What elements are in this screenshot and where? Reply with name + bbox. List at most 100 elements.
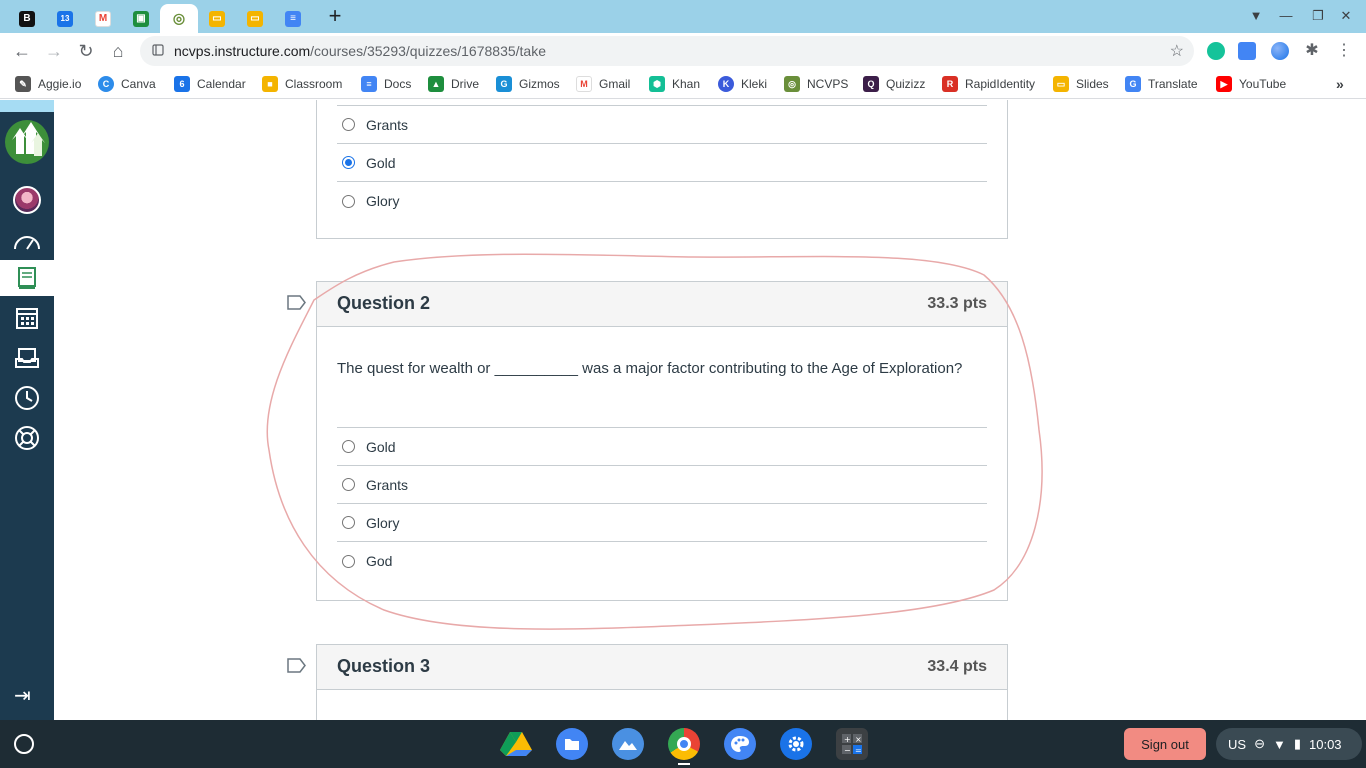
tab-gmail[interactable]: M: [84, 4, 122, 33]
inbox-icon: [15, 348, 39, 368]
back-arrow-icon[interactable]: ←: [10, 39, 34, 63]
drive-app-icon[interactable]: [500, 728, 532, 760]
school-logo-icon[interactable]: [4, 118, 50, 166]
close-icon[interactable]: ✕: [1336, 7, 1356, 25]
sidebar-item-dashboard[interactable]: [0, 224, 54, 260]
sidebar-item-courses[interactable]: [0, 260, 54, 296]
tab-classroom[interactable]: ▣: [122, 4, 160, 33]
answer-option[interactable]: Grants: [337, 466, 987, 504]
extensions-puzzle-icon[interactable]: ✱: [1300, 39, 1324, 63]
question-title: Question 2: [337, 293, 431, 313]
radio-button[interactable]: [342, 478, 355, 491]
dashboard-icon: [14, 236, 40, 250]
bookmark-canva[interactable]: C Canva: [98, 76, 156, 92]
quizizz-icon: Q: [863, 76, 879, 92]
account-avatar[interactable]: [13, 186, 41, 214]
new-tab-icon[interactable]: +: [325, 5, 345, 27]
home-icon[interactable]: ⌂: [106, 39, 130, 63]
sidebar-item-help[interactable]: [0, 420, 54, 456]
radio-button[interactable]: [342, 516, 355, 529]
extension-orb-icon[interactable]: [1271, 42, 1289, 60]
ncvps-icon: ◎: [171, 10, 187, 27]
do-not-disturb-icon: ⊖: [1254, 736, 1265, 751]
status-tray[interactable]: US ⊖ ▼ ▮ 10:03: [1216, 728, 1362, 760]
bookmark-quizizz[interactable]: Q Quizizz: [863, 76, 925, 92]
bookmark-rapididentity[interactable]: R RapidIdentity: [942, 76, 1035, 92]
settings-gear-icon[interactable]: [780, 728, 812, 760]
slides-icon: ▭: [247, 10, 263, 27]
grammarly-icon[interactable]: [1207, 42, 1225, 60]
answer-option[interactable]: Grants: [337, 106, 987, 144]
radio-button[interactable]: [342, 440, 355, 453]
bookmark-docs[interactable]: ≡ Docs: [361, 76, 411, 92]
bookmarks-bar: ✎ Aggie.io C Canva 6 Calendar ■ Classroom ≡ D…: [0, 69, 1366, 99]
palette-app-icon[interactable]: [724, 728, 756, 760]
khan-icon: ⬢: [649, 76, 665, 92]
sidebar-item-calendar[interactable]: [0, 300, 54, 336]
radio-button[interactable]: [342, 194, 355, 208]
quiz-content: Grants Gold Glory Question 2 33.3 pts Th…: [54, 100, 1366, 720]
site-info-icon[interactable]: [152, 44, 164, 56]
expand-nav-icon[interactable]: ⇥: [14, 683, 31, 708]
bookmark-slides[interactable]: ▭ Slides: [1053, 76, 1109, 92]
sign-out-button[interactable]: Sign out: [1124, 728, 1206, 760]
forward-arrow-icon[interactable]: →: [42, 39, 66, 63]
tab-ncvps-quiz[interactable]: ◎: [160, 4, 198, 33]
bookmark-youtube[interactable]: ▶ YouTube: [1216, 76, 1286, 92]
bookmark-gizmos[interactable]: G Gizmos: [496, 76, 560, 92]
tab-b[interactable]: B: [8, 4, 46, 33]
flag-question-icon[interactable]: [287, 295, 306, 310]
answer-option[interactable]: Gold: [337, 144, 987, 182]
bookmark-classroom[interactable]: ■ Classroom: [262, 76, 342, 92]
tab-calendar[interactable]: 13: [46, 4, 84, 33]
files-app-icon[interactable]: [556, 728, 588, 760]
bookmark-ncvps[interactable]: ◎ NCVPS: [784, 76, 848, 92]
more-bookmarks-icon[interactable]: »: [1336, 76, 1344, 92]
bookmark-kleki[interactable]: K Kleki: [718, 76, 767, 92]
global-nav-sidebar: ⇥: [0, 100, 54, 720]
radio-button-selected[interactable]: [342, 156, 355, 169]
launcher-icon[interactable]: [14, 734, 34, 754]
answer-option[interactable]: Glory: [337, 182, 987, 220]
bookmark-star-icon[interactable]: ☆: [1170, 41, 1184, 61]
translate-icon: G: [1125, 76, 1141, 92]
bookmark-aggie[interactable]: ✎ Aggie.io: [15, 76, 81, 92]
bookmark-label: NCVPS: [807, 77, 849, 91]
menu-kebab-icon[interactable]: ⋮: [1332, 39, 1356, 63]
sidebar-item-history[interactable]: [0, 380, 54, 416]
calculator-app-icon[interactable]: + × − =: [836, 728, 868, 760]
radio-button[interactable]: [342, 554, 355, 568]
gmail-icon: M: [95, 10, 111, 27]
bookmark-translate[interactable]: G Translate: [1125, 76, 1198, 92]
flag-question-icon[interactable]: [287, 658, 306, 673]
chrome-app-icon[interactable]: [668, 728, 700, 760]
bookmark-khan[interactable]: ⬢ Khan: [649, 76, 700, 92]
calendar-icon: [16, 308, 38, 329]
wifi-icon: ▼: [1272, 736, 1286, 752]
gallery-app-icon[interactable]: [612, 728, 644, 760]
url-path: /courses/35293/quizzes/1678835/take: [310, 43, 547, 59]
answer-label: Glory: [366, 193, 400, 209]
radio-button[interactable]: [342, 118, 355, 131]
minimize-icon[interactable]: —: [1276, 7, 1296, 25]
tab-slides-2[interactable]: ▭: [236, 4, 274, 33]
answer-label: Grants: [366, 116, 409, 133]
tab-docs[interactable]: ≡: [274, 4, 312, 33]
answer-option[interactable]: Gold: [337, 428, 987, 466]
question-points: 33.3 pts: [927, 295, 987, 312]
bookmark-gmail[interactable]: M Gmail: [576, 76, 630, 92]
sidebar-item-inbox[interactable]: [0, 340, 54, 376]
tab-slides-1[interactable]: ▭: [198, 4, 236, 33]
restore-icon[interactable]: ❐: [1308, 7, 1328, 25]
tab-search-icon[interactable]: ▼: [1246, 7, 1266, 25]
answer-option[interactable]: God: [337, 542, 987, 580]
sidebar-accent-strip: [0, 100, 54, 112]
translate-ext-icon[interactable]: [1238, 42, 1256, 60]
reload-icon[interactable]: ↻: [74, 39, 98, 63]
calendar-icon: 6: [174, 76, 190, 92]
bookmark-calendar[interactable]: 6 Calendar: [174, 76, 246, 92]
answer-option[interactable]: Glory: [337, 504, 987, 542]
bookmark-label: Gmail: [599, 77, 631, 91]
address-bar[interactable]: ncvps.instructure.com/courses/35293/quiz…: [140, 36, 1194, 66]
bookmark-drive[interactable]: ▲ Drive: [428, 76, 479, 92]
